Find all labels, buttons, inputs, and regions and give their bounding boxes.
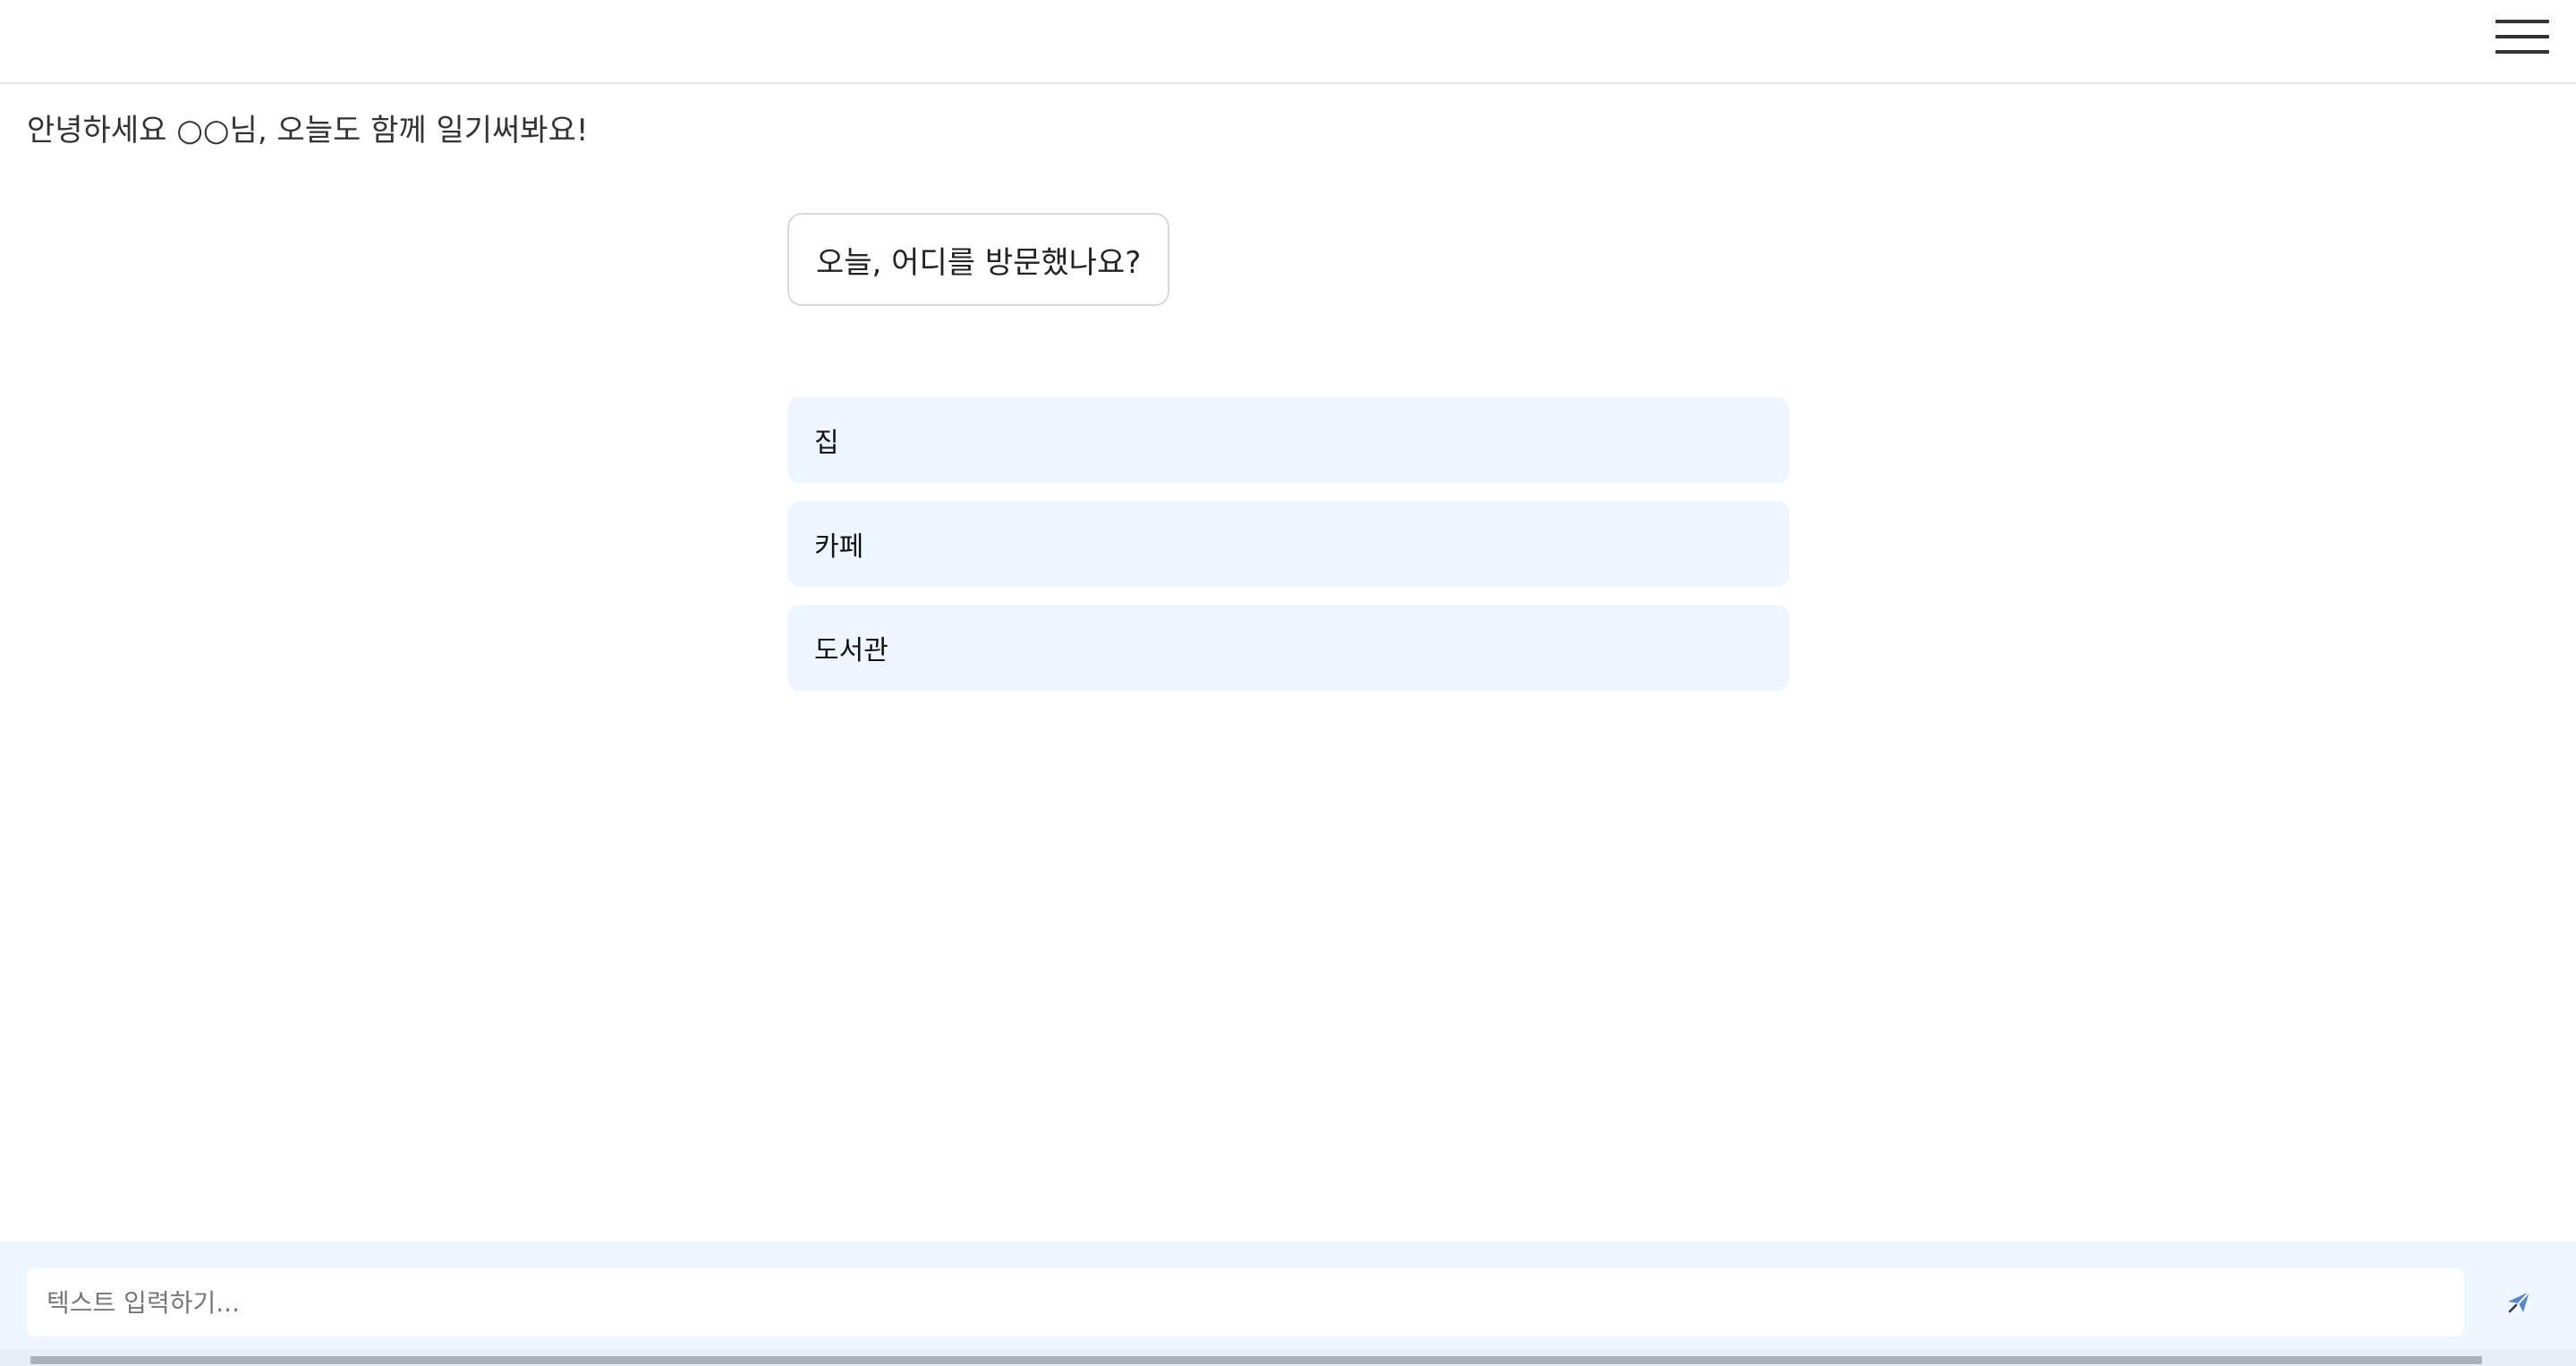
scrollbar-thumb[interactable] — [30, 1356, 2482, 1364]
answer-options-list: 집 카페 도서관 — [787, 397, 1790, 708]
send-button[interactable] — [2496, 1279, 2541, 1324]
message-input-bar — [0, 1242, 2576, 1349]
diary-chat-app: 안녕하세요 ○○님, 오늘도 함께 일기써봐요! 오늘, 어디를 방문했나요? … — [0, 0, 2576, 1366]
question-text: 오늘, 어디를 방문했나요? — [816, 244, 1142, 281]
top-header — [0, 0, 2576, 84]
option-label: 집 — [814, 428, 839, 459]
message-text-input[interactable] — [27, 1268, 2464, 1336]
horizontal-scrollbar[interactable] — [0, 1349, 2576, 1366]
menu-bar-middle — [2495, 35, 2549, 38]
menu-bar-top — [2495, 20, 2549, 23]
greeting-text: 안녕하세요 ○○님, 오늘도 함께 일기써봐요! — [27, 113, 589, 148]
question-bubble: 오늘, 어디를 방문했나요? — [787, 213, 1170, 306]
option-library[interactable]: 도서관 — [787, 605, 1790, 691]
hamburger-menu-button[interactable] — [2494, 16, 2551, 61]
option-home[interactable]: 집 — [787, 397, 1790, 483]
option-cafe[interactable]: 카페 — [787, 501, 1790, 587]
paper-plane-send-icon — [2508, 1291, 2530, 1313]
option-label: 도서관 — [814, 635, 888, 666]
menu-bar-bottom — [2495, 50, 2549, 54]
option-label: 카페 — [814, 531, 864, 563]
